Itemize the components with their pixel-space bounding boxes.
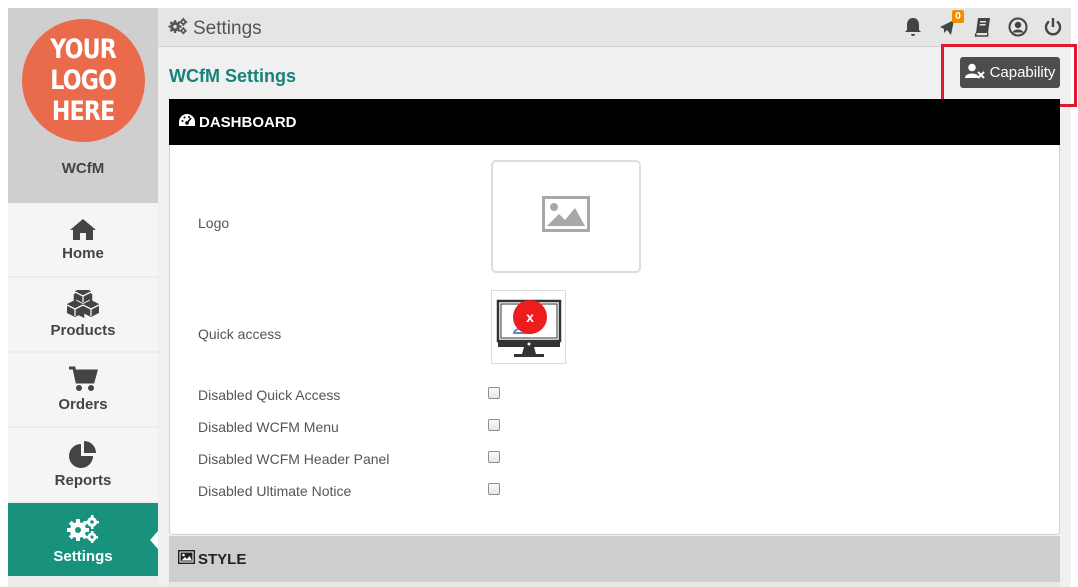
checkbox-label: Disabled WCFM Header Panel <box>198 451 390 467</box>
disable-header-panel-checkbox[interactable] <box>488 451 500 463</box>
gears-icon <box>66 514 100 544</box>
sidebar-item-label: Home <box>62 245 104 262</box>
image-placeholder-icon <box>542 196 590 237</box>
logo-line: LOGO <box>50 65 118 96</box>
store-logo-area: YOUR LOGO HERE WCfM <box>8 8 158 203</box>
sidebar-item-orders[interactable]: Orders <box>8 353 158 426</box>
quick-access-label: Quick access <box>198 326 282 342</box>
logo-line: YOUR <box>50 34 118 65</box>
pie-chart-icon <box>68 440 98 468</box>
sidebar-item-products[interactable]: Products <box>8 278 158 351</box>
power-icon[interactable] <box>1043 17 1063 37</box>
next-section-edge <box>169 582 1059 587</box>
user-circle-icon[interactable] <box>1008 17 1028 37</box>
header-title-text: Settings <box>193 18 262 39</box>
store-logo[interactable]: YOUR LOGO HERE <box>22 19 145 142</box>
logo-label: Logo <box>198 215 230 231</box>
user-times-icon <box>964 63 990 83</box>
dashboard-settings-panel: Logo Quick access x Disabled Quick Acces… <box>169 145 1060 535</box>
cubes-icon <box>65 290 101 318</box>
capability-button-label: Capability <box>989 64 1056 81</box>
sidebar-item-label: Products <box>50 322 116 339</box>
sidebar-item-reports[interactable]: Reports <box>8 428 158 501</box>
page-title: WCfM Settings <box>169 66 296 86</box>
top-header: Settings 0 <box>158 8 1071 47</box>
sidebar-item-label: Orders <box>58 396 108 413</box>
bell-icon[interactable] <box>903 17 923 37</box>
checkbox-label: Disabled Quick Access <box>198 387 341 403</box>
sidebar-item-label: Reports <box>54 472 112 489</box>
header-icons: 0 <box>888 10 1063 37</box>
main-content: WCfM Settings Capability DASHBOARD Logo … <box>158 44 1077 587</box>
header-title: Settings <box>168 17 262 41</box>
dashboard-gauge-icon <box>178 113 199 132</box>
style-section-header[interactable]: STYLE <box>169 536 1060 582</box>
checkbox-label: Disabled Ultimate Notice <box>198 483 352 499</box>
megaphone-icon[interactable]: 0 <box>938 10 964 37</box>
quick-access-image[interactable]: x <box>491 290 566 364</box>
gears-icon <box>168 17 193 41</box>
capability-button[interactable]: Capability <box>960 57 1060 88</box>
image-icon <box>178 550 198 568</box>
sidebar-item-home[interactable]: Home <box>8 203 158 276</box>
active-indicator <box>150 531 158 549</box>
disable-quick-access-checkbox[interactable] <box>488 387 500 399</box>
dashboard-section-header[interactable]: DASHBOARD <box>169 99 1060 145</box>
style-section-title: STYLE <box>198 550 247 568</box>
cart-icon <box>68 366 98 392</box>
sidebar-item-label: Settings <box>53 548 113 565</box>
home-icon <box>69 217 97 241</box>
remove-quick-access-button[interactable]: x <box>513 300 547 334</box>
checkbox-label: Disabled WCFM Menu <box>198 419 339 435</box>
sidebar: YOUR LOGO HERE WCfM Home Products Orders… <box>8 8 158 587</box>
dashboard-section-title: DASHBOARD <box>199 113 297 131</box>
logo-line: HERE <box>52 96 115 127</box>
logo-upload[interactable] <box>491 160 641 273</box>
notification-badge: 0 <box>952 10 964 23</box>
disable-wcfm-menu-checkbox[interactable] <box>488 419 500 431</box>
sidebar-item-settings[interactable]: Settings <box>8 503 158 576</box>
store-name: WCfM <box>61 160 105 177</box>
disable-ultimate-notice-checkbox[interactable] <box>488 483 500 495</box>
book-icon[interactable] <box>973 17 993 37</box>
